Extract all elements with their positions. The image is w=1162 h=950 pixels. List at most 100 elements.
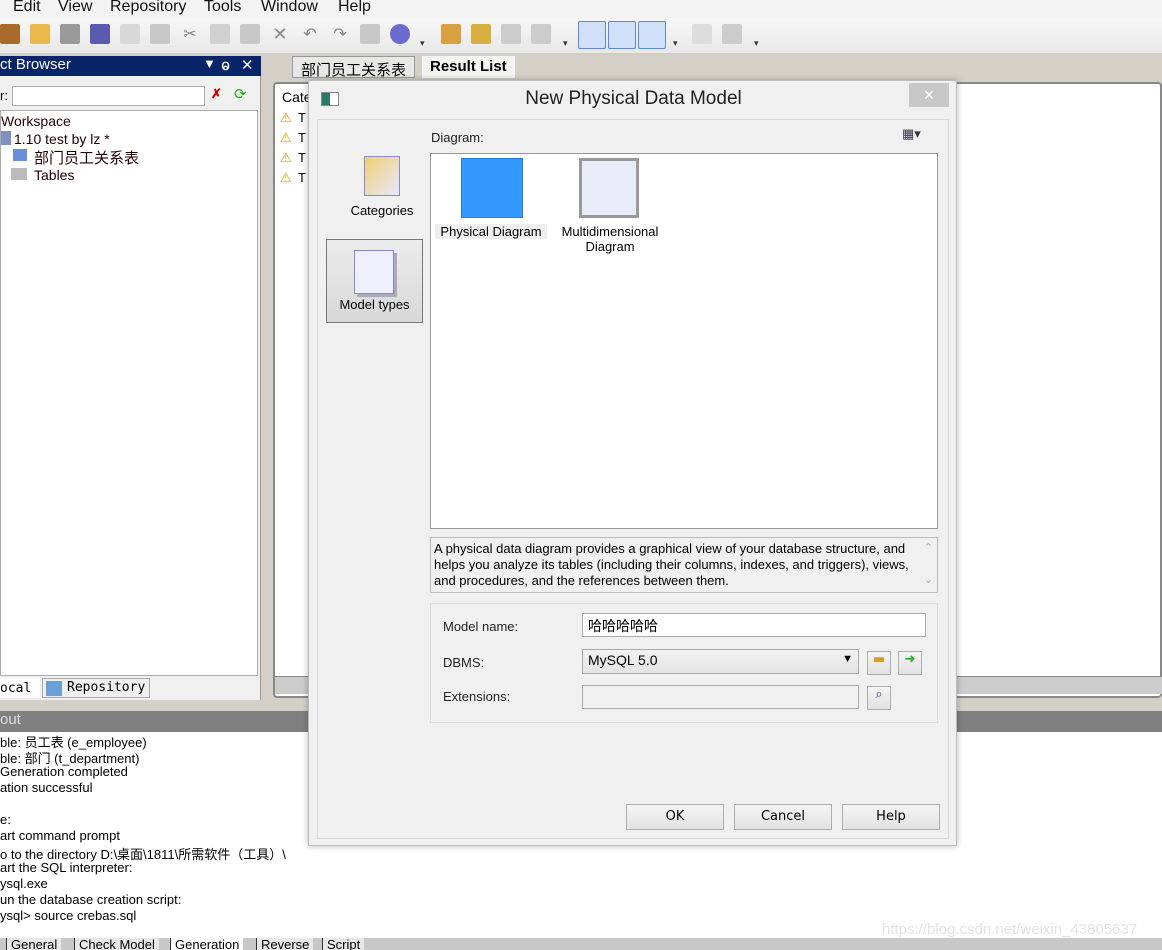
browser-title-bar: ct Browser ▼ ⱺ ✕ <box>0 56 261 76</box>
menu-window[interactable]: Window <box>261 0 318 16</box>
tab-reverse[interactable]: Reverse <box>256 938 314 950</box>
new-model-icon[interactable] <box>0 24 20 44</box>
warning-icon: ⚠ <box>280 150 292 165</box>
select-extensions-button[interactable]: ⌕ <box>867 686 891 710</box>
cancel-button[interactable]: Cancel <box>734 804 832 830</box>
tab-repository[interactable]: Repository <box>42 678 150 698</box>
help-button[interactable]: Help <box>842 804 940 830</box>
find-icon[interactable] <box>471 24 491 44</box>
dbms-select[interactable]: MySQL 5.0 ▼ <box>582 649 859 674</box>
menu-view[interactable]: View <box>58 0 92 16</box>
chevron-down-icon: ▼ <box>842 653 853 665</box>
paste-icon[interactable] <box>240 24 260 44</box>
scroll-down-icon[interactable]: ⌄ <box>924 572 933 588</box>
tab-general[interactable]: General <box>6 938 62 950</box>
filter-label: r: <box>0 88 8 103</box>
result-list-toggle-icon[interactable] <box>638 21 666 49</box>
tab-check-model[interactable]: Check Model <box>74 938 159 950</box>
diagram-icon <box>13 149 27 161</box>
dbms-value: MySQL 5.0 <box>588 652 658 668</box>
open-icon[interactable] <box>30 24 50 44</box>
toolbar-overflow-icon[interactable]: ▾ <box>754 38 759 49</box>
new-physical-data-model-dialog: New Physical Data Model × Categories Mod… <box>308 80 957 846</box>
view-mode-icon[interactable]: ▦▾ <box>902 126 921 142</box>
import-dbms-button[interactable]: ➜ <box>898 651 922 675</box>
model-name-input[interactable]: 哈哈哈哈哈 <box>582 613 926 637</box>
menu-edit[interactable]: Edit <box>13 0 41 16</box>
tab-generation[interactable]: Generation <box>170 938 244 950</box>
diagram-label-multidimensional: Multidimensional Diagram <box>561 224 659 254</box>
back-icon[interactable] <box>501 24 521 44</box>
save-all-icon[interactable] <box>90 24 110 44</box>
properties-icon[interactable] <box>360 24 380 44</box>
print-icon[interactable] <box>722 24 742 44</box>
preview-icon[interactable] <box>692 24 712 44</box>
redo-icon[interactable]: ↷ <box>330 24 350 44</box>
result-row[interactable]: T <box>298 170 306 185</box>
forward-icon[interactable] <box>531 24 551 44</box>
filter-input[interactable] <box>12 86 205 106</box>
save-icon[interactable] <box>60 24 80 44</box>
browser-toggle-icon[interactable] <box>578 21 606 49</box>
clear-filter-icon[interactable]: ✗ <box>211 86 222 102</box>
output-line: ysql> source crebas.sql <box>0 908 137 923</box>
toolbar-overflow-icon[interactable]: ▾ <box>420 38 425 49</box>
toolbar-overflow-icon[interactable]: ▾ <box>563 38 568 49</box>
result-row[interactable]: T <box>298 130 306 145</box>
output-line: un the database creation script: <box>0 892 182 907</box>
diagram-label: Diagram: <box>431 130 484 145</box>
watermark: https://blog.csdn.net/weixin_43805637 <box>882 921 1138 938</box>
tree-workspace[interactable]: Workspace <box>1 113 71 129</box>
scroll-up-icon[interactable]: ⌃ <box>924 540 933 556</box>
output-line: art the SQL interpreter: <box>0 860 133 875</box>
check-model-icon[interactable] <box>441 24 461 44</box>
tree-diagram[interactable]: 部门员工关系表 <box>34 147 139 168</box>
toolbar: ✂ ✕ ↶ ↷ ▾ ▾ ▾ ▾ <box>0 18 1162 54</box>
model-name-label: Model name: <box>443 619 519 634</box>
search-icon: ⌕ <box>875 687 883 702</box>
object-browser: r: ✗ ⟳ Workspace 1.10 test by lz * 部门员工关… <box>0 76 261 700</box>
copy-icon[interactable] <box>210 24 230 44</box>
undo-icon[interactable]: ↶ <box>300 24 320 44</box>
categories-button[interactable]: Categories <box>334 148 430 218</box>
menu-tools[interactable]: Tools <box>204 0 241 16</box>
close-icon[interactable]: ✕ <box>241 56 254 74</box>
help-icon[interactable] <box>390 24 410 44</box>
browser-title: ct Browser <box>0 56 71 73</box>
print-preview-icon[interactable] <box>120 24 140 44</box>
diagram-item-physical[interactable]: Physical Diagram <box>435 158 547 242</box>
tree-model[interactable]: 1.10 test by lz * <box>14 131 110 147</box>
refresh-icon[interactable]: ⟳ <box>234 85 247 103</box>
output-toggle-icon[interactable] <box>608 21 636 49</box>
pin-icon[interactable]: ⱺ <box>221 56 230 74</box>
dropdown-icon[interactable]: ▼ <box>203 56 216 71</box>
diagram-item-multidimensional[interactable]: Multidimensional Diagram <box>551 158 669 258</box>
tab-local[interactable]: ocal <box>0 678 40 698</box>
tab-result-list[interactable]: Result List <box>422 56 515 78</box>
delete-icon[interactable]: ✕ <box>270 24 290 44</box>
dialog-body: Categories Model types Diagram: ▦▾ Physi… <box>317 119 949 839</box>
extensions-input[interactable] <box>582 685 859 709</box>
model-types-label: Model types <box>339 297 410 312</box>
toolbar-overflow-icon[interactable]: ▾ <box>673 38 678 49</box>
ok-button[interactable]: OK <box>626 804 724 830</box>
result-row[interactable]: T <box>298 150 306 165</box>
tab-diagram[interactable]: 部门员工关系表 <box>292 56 416 79</box>
result-row[interactable]: T <box>298 110 306 125</box>
print-icon[interactable] <box>150 24 170 44</box>
menu-help[interactable]: Help <box>338 0 371 16</box>
menu-repository[interactable]: Repository <box>110 0 186 16</box>
close-button[interactable]: × <box>909 83 949 107</box>
warning-icon: ⚠ <box>280 170 292 185</box>
tab-script[interactable]: Script <box>322 938 365 950</box>
repository-icon <box>46 681 62 696</box>
tree-view: Workspace 1.10 test by lz * 部门员工关系表 Tabl… <box>0 110 258 676</box>
cut-icon[interactable]: ✂ <box>180 24 200 44</box>
output-line: e: <box>0 812 11 827</box>
model-types-icon <box>354 250 394 294</box>
description-text: A physical data diagram provides a graph… <box>434 541 909 588</box>
model-types-button[interactable]: Model types <box>326 239 423 323</box>
browse-dbms-button[interactable]: ▬ <box>867 651 891 675</box>
tree-tables[interactable]: Tables <box>34 167 74 183</box>
multidimensional-diagram-icon <box>579 158 639 218</box>
